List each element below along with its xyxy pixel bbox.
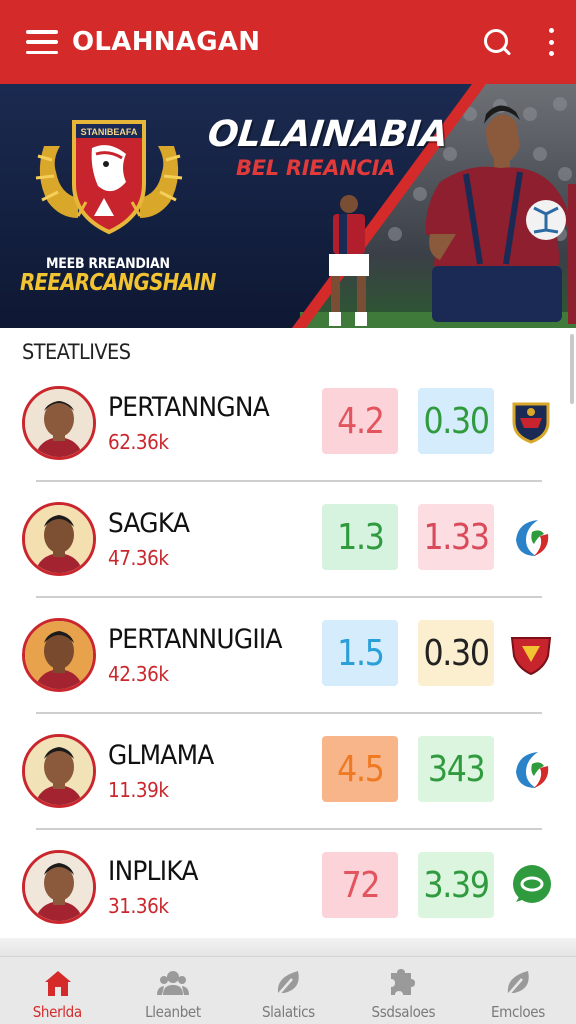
app-title: OLAHNAGAN bbox=[72, 27, 261, 57]
app-bar: OLAHNAGAN bbox=[0, 0, 576, 84]
nav-item-statistics[interactable]: Slalatics bbox=[230, 957, 345, 1024]
home-icon bbox=[44, 971, 71, 996]
nav-label: Slalatics bbox=[261, 1003, 315, 1021]
player-name: SAGKA bbox=[108, 508, 190, 539]
player-followers: 47.36k bbox=[108, 546, 169, 570]
nav-label: Lleanbet bbox=[144, 1003, 201, 1021]
banner-slogan: REEARCANGSHAIN bbox=[20, 270, 216, 296]
banner-title: OLLAINABIA bbox=[205, 114, 450, 155]
player-avatar bbox=[22, 386, 96, 460]
banner-subtitle: BEL RIEANCIA bbox=[236, 156, 396, 180]
player-avatar bbox=[22, 734, 96, 808]
stat-secondary[interactable]: 3.39 bbox=[418, 852, 494, 918]
leaf-icon bbox=[277, 971, 299, 996]
nav-item-schedules[interactable]: Ssdsaloes bbox=[346, 957, 461, 1024]
player-row[interactable]: GLMAMA 11.39k 4.5 343 bbox=[0, 712, 576, 830]
section-heading: STEATLIVES bbox=[22, 340, 131, 364]
chat-bubble-badge-icon bbox=[513, 865, 551, 903]
player-avatar bbox=[22, 502, 96, 576]
hamburger-menu-icon[interactable] bbox=[26, 30, 58, 54]
player-followers: 11.39k bbox=[108, 778, 169, 802]
stat-secondary[interactable]: 1.33 bbox=[418, 504, 494, 570]
more-vertical-icon[interactable] bbox=[546, 28, 556, 56]
player-row[interactable]: PERTANNGNA 62.36k 4.2 0.30 bbox=[0, 364, 576, 482]
player-followers: 62.36k bbox=[108, 430, 169, 454]
player-name: PERTANNUGIIA bbox=[108, 624, 283, 655]
player-name: PERTANNGNA bbox=[108, 392, 270, 423]
player-name: INPLIKA bbox=[108, 856, 198, 887]
player-row[interactable]: SAGKA 47.36k 1.3 1.33 bbox=[0, 480, 576, 598]
stat-secondary[interactable]: 0.30 bbox=[418, 388, 494, 454]
stat-secondary[interactable]: 343 bbox=[418, 736, 494, 802]
bottom-navigation: Sherlda Lleanbet Slalatics Ssdsaloes Emc… bbox=[0, 956, 576, 1024]
player-followers: 31.36k bbox=[108, 894, 169, 918]
app-screen: OLAHNAGAN STANIBEAFA OLLAINABIA BEL RIEA… bbox=[0, 0, 576, 1024]
stat-primary[interactable]: 72 bbox=[322, 852, 398, 918]
search-icon[interactable] bbox=[482, 27, 512, 57]
player-name: GLMAMA bbox=[108, 740, 214, 771]
puzzle-icon bbox=[391, 969, 416, 995]
leaf-icon bbox=[507, 971, 530, 996]
crest-text: STANIBEAFA bbox=[81, 127, 138, 137]
player-avatar bbox=[22, 850, 96, 924]
team-crest: STANIBEAFA bbox=[35, 120, 183, 235]
player-row[interactable]: PERTANNUGIIA 42.36k 1.5 0.30 bbox=[0, 596, 576, 714]
stat-primary[interactable]: 1.3 bbox=[322, 504, 398, 570]
hero-banner[interactable]: STANIBEAFA OLLAINABIA BEL RIEANCIA MEEB … bbox=[0, 84, 576, 328]
people-icon bbox=[156, 971, 189, 995]
nav-item-more[interactable]: Emcloes bbox=[461, 957, 576, 1024]
nav-label: Sherlda bbox=[33, 1003, 83, 1021]
stat-secondary[interactable]: 0.30 bbox=[418, 620, 494, 686]
player-row[interactable]: INPLIKA 31.36k 72 3.39 bbox=[0, 828, 576, 944]
player-followers: 42.36k bbox=[108, 662, 169, 686]
swirl-badge-icon bbox=[516, 752, 549, 788]
stat-primary[interactable]: 4.5 bbox=[322, 736, 398, 802]
swirl-badge-icon bbox=[516, 520, 549, 556]
shield-badge-icon bbox=[512, 402, 550, 444]
player-avatar bbox=[22, 618, 96, 692]
nav-item-people[interactable]: Lleanbet bbox=[115, 957, 230, 1024]
bottom-nav-shadow bbox=[0, 938, 576, 958]
nav-item-home[interactable]: Sherlda bbox=[0, 957, 115, 1024]
nav-label: Ssdsaloes bbox=[371, 1003, 435, 1021]
stat-primary[interactable]: 1.5 bbox=[322, 620, 398, 686]
nav-label: Emcloes bbox=[491, 1003, 546, 1021]
red-shield-badge-icon bbox=[510, 637, 552, 676]
stat-primary[interactable]: 4.2 bbox=[322, 388, 398, 454]
